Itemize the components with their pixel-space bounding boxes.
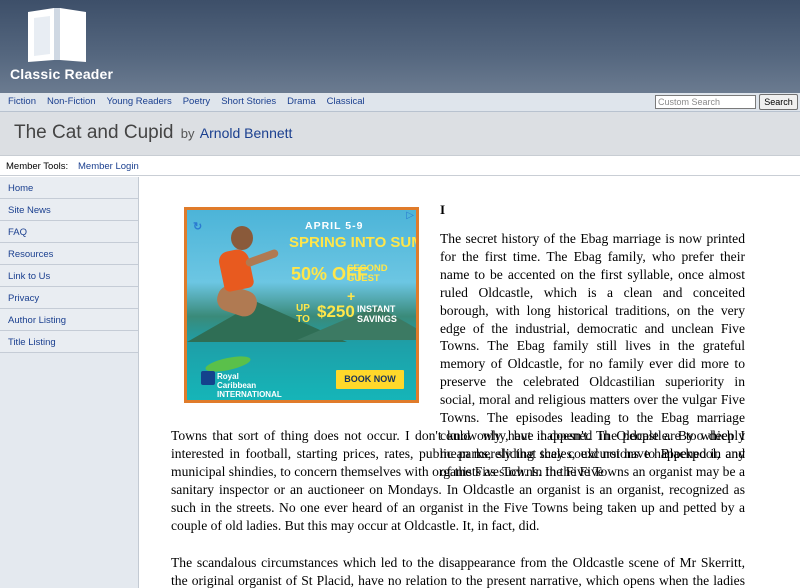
nav-link-classical[interactable]: Classical xyxy=(327,96,365,107)
site-header: Classic Reader xyxy=(0,0,800,93)
page-title: The Cat and Cupid by Arnold Bennett xyxy=(14,122,292,144)
ad-book-now-button[interactable]: BOOK NOW xyxy=(336,370,404,389)
ad-headline: SPRING INTO SUMMER xyxy=(289,234,416,251)
site-logo-text[interactable]: Classic Reader xyxy=(10,66,113,82)
sidebar-item-home[interactable]: Home xyxy=(0,177,138,199)
article-paragraph: The scandalous circumstances which led t… xyxy=(171,555,745,588)
book-logo-icon[interactable] xyxy=(24,4,90,64)
sidebar-item-site-news[interactable]: Site News xyxy=(0,199,138,221)
search-input[interactable] xyxy=(655,95,756,109)
nav-link-drama[interactable]: Drama xyxy=(287,96,316,107)
category-links: Fiction Non-Fiction Young Readers Poetry Sho… xyxy=(2,96,370,107)
member-login-link[interactable]: Member Login xyxy=(78,161,139,172)
author-link[interactable]: Arnold Bennett xyxy=(200,125,293,141)
title-bar: The Cat and Cupid by Arnold Bennett xyxy=(0,112,800,156)
sidebar-item-privacy[interactable]: Privacy xyxy=(0,287,138,309)
chapter-heading: I xyxy=(440,202,446,217)
ad-offer-up-to: UP TO xyxy=(296,303,310,325)
ad-offer-second-guest: SECOND GUEST xyxy=(347,263,388,284)
ad-refresh-icon[interactable]: ↻ xyxy=(193,220,202,233)
advertisement-banner[interactable]: ↻ ▷ APRIL 5-9 SPRING INTO SUMMER 50% OFF… xyxy=(184,207,419,403)
royal-caribbean-logo-icon xyxy=(201,371,215,385)
article-paragraph: Towns that sort of thing does not occur.… xyxy=(171,428,745,533)
adchoices-icon[interactable]: ▷ xyxy=(406,210,414,221)
ad-offer-amount: $250 xyxy=(317,302,355,321)
sidebar-item-author-listing[interactable]: Author Listing xyxy=(0,309,138,331)
sidebar-item-faq[interactable]: FAQ xyxy=(0,221,138,243)
nav-link-poetry[interactable]: Poetry xyxy=(183,96,210,107)
ad-child-arm-shape xyxy=(244,248,280,268)
ad-life-vest-shape xyxy=(217,247,255,293)
member-tools-label: Member Tools: xyxy=(6,161,69,172)
ad-brand-name: Royal Caribbean INTERNATIONAL xyxy=(217,372,282,399)
sidebar-item-title-listing[interactable]: Title Listing xyxy=(0,331,138,353)
nav-link-short-stories[interactable]: Short Stories xyxy=(221,96,276,107)
nav-link-young-readers[interactable]: Young Readers xyxy=(107,96,172,107)
ad-offer-instant-savings: INSTANT SAVINGS xyxy=(357,304,397,324)
ad-child-head-shape xyxy=(231,226,253,250)
nav-link-non-fiction[interactable]: Non-Fiction xyxy=(47,96,96,107)
nav-link-fiction[interactable]: Fiction xyxy=(8,96,36,107)
sidebar-item-link-to-us[interactable]: Link to Us xyxy=(0,265,138,287)
book-title-text: The Cat and Cupid xyxy=(14,122,174,143)
search-button[interactable]: Search xyxy=(759,94,798,110)
ad-dates: APRIL 5-9 xyxy=(305,220,364,232)
sidebar: Home Site News FAQ Resources Link to Us … xyxy=(0,177,139,588)
sidebar-item-resources[interactable]: Resources xyxy=(0,243,138,265)
by-text: by xyxy=(180,126,195,141)
member-tools-bar: Member Tools: Member Login xyxy=(0,157,800,176)
